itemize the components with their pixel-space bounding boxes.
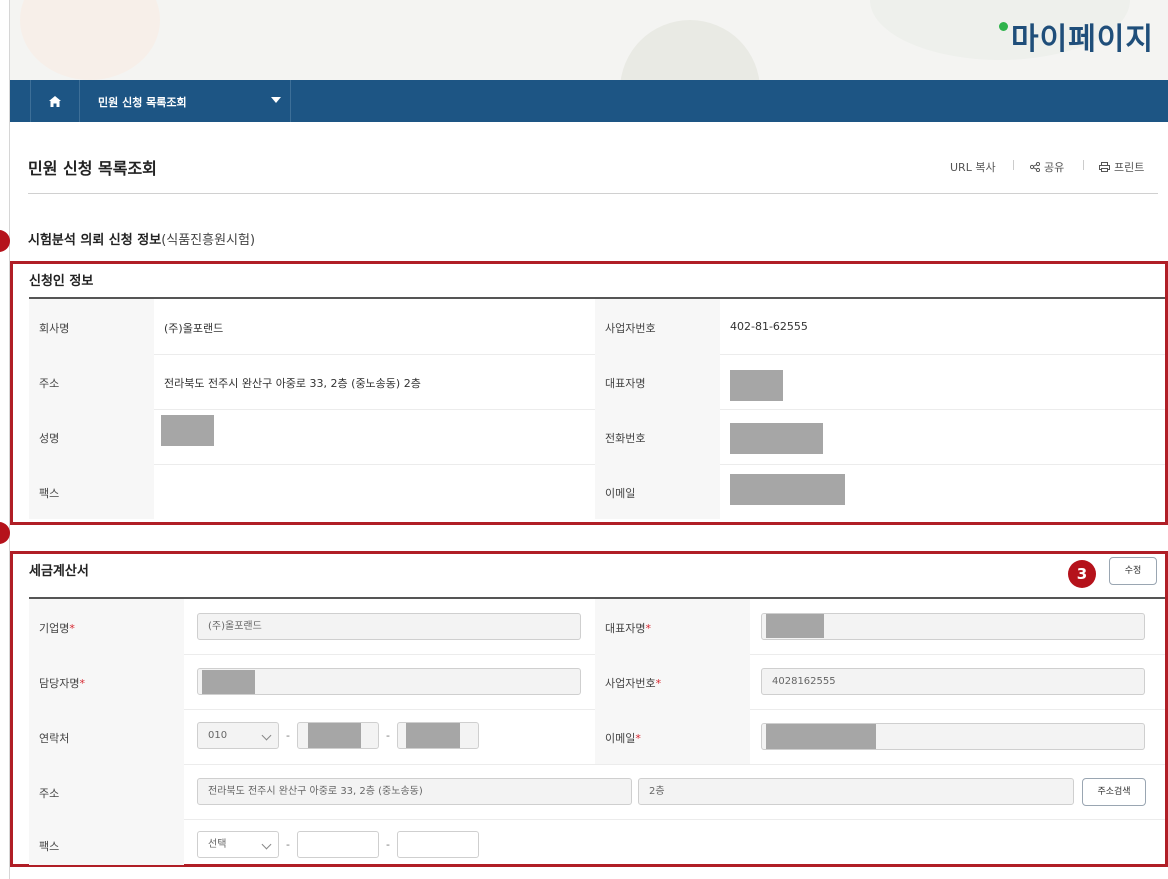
label-cell: 이메일* (595, 709, 750, 764)
dash: - (286, 838, 290, 851)
redacted-block (730, 370, 783, 401)
company-value: (주)올포랜드 (164, 322, 224, 335)
fax-prefix-select[interactable]: 선택 (197, 831, 279, 858)
annotation-marker-3: 3 (1068, 560, 1096, 588)
address-value: 전라북도 전주시 완산구 아중로 33, 2층 (중노송동) 2층 (164, 377, 421, 390)
label-cell: 사업자번호 (595, 299, 720, 354)
email-input[interactable] (761, 723, 1145, 750)
divider (1013, 160, 1014, 170)
nav-menu-label: 민원 신청 목록조회 (98, 96, 187, 109)
contact-last-input[interactable] (397, 722, 479, 749)
page-heading: 마이페이지 (999, 14, 1154, 58)
label-cell: 주소 (29, 354, 154, 409)
share-icon (1029, 161, 1041, 173)
table-row: 주소 전라북도 전주시 완산구 아중로 33, 2층 (중노송동) 2층 대표자… (29, 354, 1165, 410)
table-row: 회사명 (주)올포랜드 사업자번호 402-81-62555 (29, 299, 1165, 355)
address-search-button[interactable]: 주소검색 (1082, 778, 1146, 806)
tax-invoice-box: 세금계산서 기업명* (주)올포랜드 대표자명* 담당자명* 사업자번호* 40… (10, 551, 1168, 867)
tax-table: 기업명* (주)올포랜드 대표자명* 담당자명* 사업자번호* 40281625… (29, 599, 1165, 865)
label-cell: 주소 (29, 764, 184, 819)
tax-invoice-title: 세금계산서 (29, 564, 89, 579)
home-icon (49, 95, 61, 107)
manager-name-input[interactable] (197, 668, 581, 695)
redacted-block (406, 723, 460, 748)
applicant-table: 회사명 (주)올포랜드 사업자번호 402-81-62555 주소 전라북도 전… (29, 299, 1165, 521)
redacted-block (308, 723, 361, 748)
url-copy-link[interactable]: URL 복사 (950, 159, 996, 175)
redacted-block (161, 415, 214, 446)
divider (1083, 160, 1084, 170)
table-row: 연락처 010 - - 이메일* (29, 709, 1165, 765)
bizno-value: 402-81-62555 (730, 320, 808, 333)
dash: - (386, 838, 390, 851)
caret-down-icon (271, 97, 281, 103)
print-link[interactable]: 프린트 (1099, 159, 1144, 175)
label-cell: 연락처 (29, 709, 184, 764)
table-row: 기업명* (주)올포랜드 대표자명* (29, 599, 1165, 655)
table-row: 팩스 선택 - - (29, 819, 1165, 865)
label-cell: 대표자명 (595, 354, 720, 409)
nav-menu-dropdown[interactable]: 민원 신청 목록조회 (78, 80, 291, 122)
table-row: 담당자명* 사업자번호* 4028162555 (29, 654, 1165, 710)
ceo-name-input[interactable] (761, 613, 1145, 640)
edit-button[interactable]: 수정 (1109, 557, 1157, 585)
chevron-down-icon (261, 839, 272, 850)
label-cell: 담당자명* (29, 654, 184, 709)
redacted-block (766, 724, 876, 749)
redacted-block (730, 474, 845, 505)
table-row: 팩스 이메일 (29, 464, 1165, 519)
label-cell: 사업자번호* (595, 654, 750, 709)
fax-last-input[interactable] (397, 831, 479, 858)
fax-middle-input[interactable] (297, 831, 379, 858)
dash: - (386, 729, 390, 742)
applicant-info-box: 신청인 정보 회사명 (주)올포랜드 사업자번호 402-81-62555 주소… (10, 261, 1168, 525)
redacted-block (202, 670, 255, 694)
company-name-input[interactable]: (주)올포랜드 (197, 613, 581, 640)
dash: - (286, 729, 290, 742)
table-row: 성명 전화번호 (29, 409, 1165, 465)
address-input[interactable]: 전라북도 전주시 완산구 아중로 33, 2층 (중노송동) (197, 778, 632, 805)
header-banner (10, 0, 1168, 80)
table-row: 주소 전라북도 전주시 완산구 아중로 33, 2층 (중노송동) 2층 주소검… (29, 764, 1165, 820)
redacted-block (730, 423, 823, 454)
print-icon (1099, 162, 1110, 172)
green-dot-icon (999, 22, 1008, 31)
section-title: 시험분석 의뢰 신청 정보(식품진흥원시험) (28, 233, 256, 248)
label-cell: 기업명* (29, 599, 184, 654)
page-title: 민원 신청 목록조회 (28, 159, 157, 178)
label-cell: 팩스 (29, 819, 184, 865)
contact-middle-input[interactable] (297, 722, 379, 749)
label-cell: 회사명 (29, 299, 154, 354)
label-cell: 이메일 (595, 464, 720, 519)
address-detail-input[interactable]: 2층 (638, 778, 1074, 805)
bizno-input[interactable]: 4028162555 (761, 668, 1145, 695)
label-cell: 대표자명* (595, 599, 750, 654)
chevron-down-icon (261, 730, 272, 741)
redacted-block (766, 614, 824, 638)
nav-home-button[interactable] (30, 80, 80, 122)
applicant-info-title: 신청인 정보 (29, 274, 94, 289)
title-divider (28, 193, 1158, 194)
contact-prefix-select[interactable]: 010 (197, 722, 279, 749)
nav-bar: 민원 신청 목록조회 (10, 80, 1168, 122)
share-link[interactable]: 공유 (1029, 159, 1064, 175)
label-cell: 성명 (29, 409, 154, 464)
label-cell: 팩스 (29, 464, 154, 519)
label-cell: 전화번호 (595, 409, 720, 464)
